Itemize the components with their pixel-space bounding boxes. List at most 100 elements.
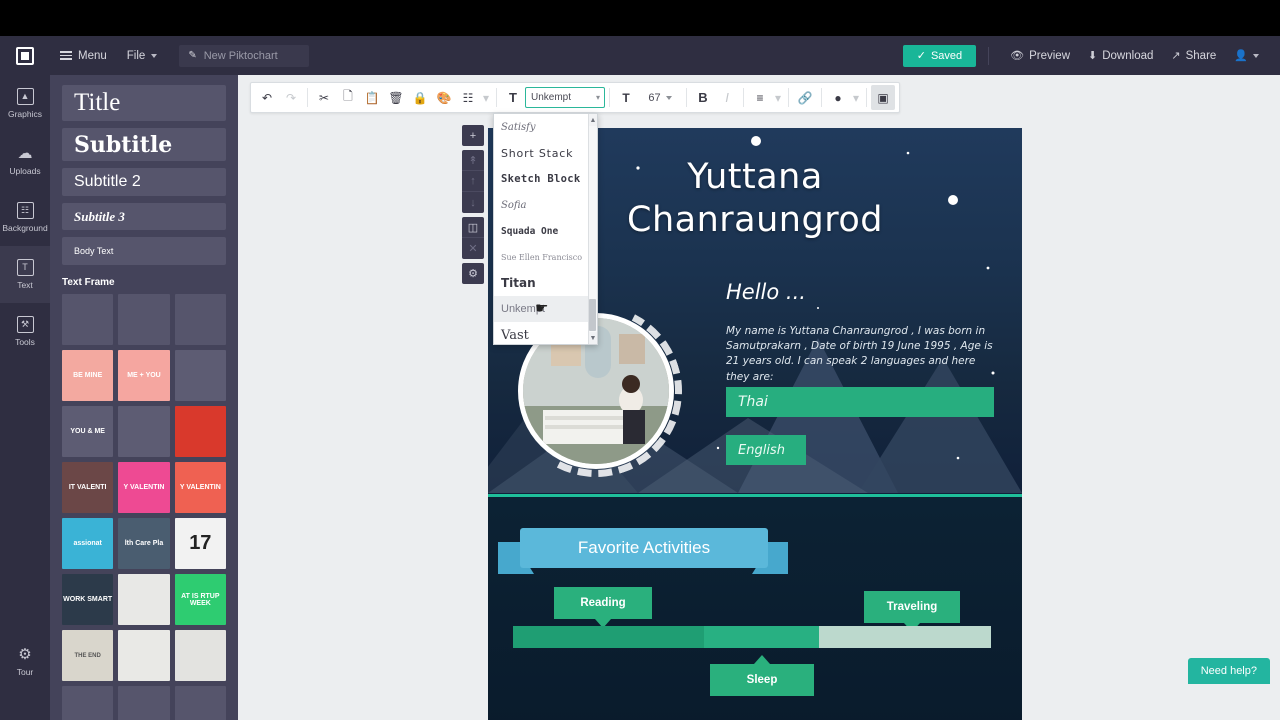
text-frame-thumbnail[interactable] [118, 630, 170, 681]
chart-label-text: Reading [580, 597, 626, 609]
text-style-subtitle-3[interactable]: Subtitle 3 [62, 203, 226, 230]
text-frame-thumbnail[interactable] [62, 294, 114, 345]
text-frame-thumbnail[interactable]: AT IS RTUP WEEK [174, 574, 226, 625]
block-settings-button[interactable]: ⚙ [462, 263, 484, 284]
preview-button[interactable]: 👁 Preview [1001, 49, 1079, 63]
section-ribbon[interactable]: Favorite Activities [498, 528, 788, 580]
need-help-button[interactable]: Need help? [1187, 658, 1270, 684]
add-block-button[interactable]: + [462, 125, 484, 146]
text-frame-thumbnail[interactable] [174, 686, 226, 720]
canvas-stage[interactable]: + ↟ ↑ ↓ ◫ ✕ ⚙ Yuttana Chanraungrod Hello… [238, 75, 1280, 720]
chevron-down-icon[interactable]: ▾ [480, 85, 492, 110]
text-frame-thumbnail[interactable] [62, 686, 114, 720]
font-family-input[interactable]: Unkempt ▾ [525, 87, 605, 108]
bar-segment-reading[interactable] [513, 626, 705, 648]
document-name-field[interactable]: ✎ New Piktochart [179, 44, 310, 67]
bar-segment-sleep[interactable] [704, 626, 819, 648]
cut-button[interactable]: ✂ [312, 85, 336, 110]
text-frame-thumbnail[interactable]: BE MINE [62, 350, 114, 401]
text-style-title[interactable]: Title [62, 85, 226, 121]
text-frame-thumbnail[interactable]: Y VALENTIN [174, 462, 226, 513]
delete-button[interactable]: 🗑 [384, 85, 408, 110]
chart-label-sleep[interactable]: Sleep [710, 655, 814, 696]
scroll-up-button[interactable]: ▲ [588, 114, 597, 126]
pattern-button[interactable]: ☷ [456, 85, 480, 110]
text-frame-thumbnail[interactable] [118, 686, 170, 720]
text-color-icon[interactable]: T [501, 85, 525, 110]
shape-button[interactable]: ● [826, 85, 850, 110]
text-frame-thumbnail[interactable] [174, 406, 226, 457]
text-style-body[interactable]: Body Text [62, 237, 226, 265]
download-button[interactable]: ⬇ Download [1079, 49, 1162, 63]
chart-label-traveling[interactable]: Traveling [864, 591, 960, 632]
undo-button[interactable]: ↶ [255, 85, 279, 110]
paint-bucket-button[interactable]: 🎨 [432, 85, 456, 110]
scroll-down-button[interactable]: ▼ [588, 332, 597, 344]
text-frame-thumbnail[interactable]: YOU & ME [62, 406, 114, 457]
text-frame-thumbnail[interactable]: WORK SMART [62, 574, 114, 625]
font-option[interactable]: Squada One [494, 218, 590, 244]
font-option[interactable]: Vast [494, 322, 590, 344]
language-bar-thai[interactable]: Thai [726, 387, 994, 417]
text-frame-thumbnail[interactable]: assionat [62, 518, 114, 569]
delete-block-button[interactable]: ✕ [462, 238, 484, 259]
text-frame-thumbnail[interactable] [118, 574, 170, 625]
font-option[interactable]: Sofia [494, 192, 590, 218]
align-button[interactable]: ≡ [748, 85, 772, 110]
menu-button[interactable]: Menu [50, 36, 117, 75]
copy-button[interactable]: 🗋 [336, 85, 360, 110]
font-size-select[interactable]: 67 [638, 87, 682, 108]
bar-segment-traveling[interactable] [818, 626, 991, 648]
sidebar-item-graphics[interactable]: ▲ Graphics [0, 75, 50, 132]
text-frame-thumbnail[interactable]: ME + YOU [118, 350, 170, 401]
move-up-button[interactable]: ↑ [462, 171, 484, 192]
sidebar-item-background[interactable]: ☷ Background [0, 189, 50, 246]
file-menu-button[interactable]: File [117, 36, 168, 75]
font-option[interactable]: Titan [494, 270, 590, 296]
body-text[interactable]: My name is Yuttana Chanraungrod , I was … [726, 324, 994, 385]
text-frame-thumbnail[interactable] [118, 294, 170, 345]
text-style-label: Body Text [74, 246, 114, 256]
language-bar-english[interactable]: English [726, 435, 806, 465]
share-button[interactable]: ↗ Share [1162, 49, 1225, 63]
font-option[interactable]: Sue Ellen Francisco [494, 244, 590, 270]
text-frame-thumbnail[interactable]: IT VALENTI [62, 462, 114, 513]
text-frame-thumbnail[interactable]: Y VALENTIN [118, 462, 170, 513]
link-button[interactable]: 🔗 [793, 85, 817, 110]
text-frame-thumbnail[interactable] [174, 630, 226, 681]
chart-label-reading[interactable]: Reading [554, 587, 652, 628]
paste-button[interactable]: 📋 [360, 85, 384, 110]
chevron-down-icon[interactable]: ▾ [772, 85, 784, 110]
bold-button[interactable]: B [691, 85, 715, 110]
font-option[interactable]: Short Stack [494, 140, 590, 166]
text-frame-thumbnail[interactable]: THE END [62, 630, 114, 681]
sidebar-item-uploads[interactable]: ☁ Uploads [0, 132, 50, 189]
text-frame-thumbnail[interactable] [174, 350, 226, 401]
move-top-button[interactable]: ↟ [462, 150, 484, 171]
text-style-subtitle-2[interactable]: Subtitle 2 [62, 168, 226, 196]
move-down-button[interactable]: ↓ [462, 192, 484, 213]
text-frame-thumbnail[interactable] [118, 406, 170, 457]
lock-button[interactable]: 🔒 [408, 85, 432, 110]
redo-button[interactable]: ↷ [279, 85, 303, 110]
account-menu-button[interactable]: 👤 [1225, 49, 1268, 62]
saved-status-button[interactable]: ✓ Saved [902, 44, 977, 67]
greeting-text[interactable]: Hello ... [726, 280, 806, 304]
font-option[interactable]: Sketch Block [494, 166, 590, 192]
italic-button[interactable]: I [715, 85, 739, 110]
sidebar-item-tools[interactable]: ⚒ Tools [0, 303, 50, 360]
stacked-bar-chart[interactable] [513, 626, 991, 648]
chevron-down-icon[interactable]: ▾ [596, 93, 600, 102]
scrollbar-thumb[interactable] [589, 299, 596, 331]
font-option[interactable]: Satisfy [494, 114, 590, 140]
text-style-subtitle[interactable]: Subtitle [62, 128, 226, 161]
text-frame-thumbnail[interactable]: lth Care Pla [118, 518, 170, 569]
duplicate-block-button[interactable]: ◫ [462, 217, 484, 238]
layer-button[interactable]: ▣ [871, 85, 895, 110]
sidebar-item-text[interactable]: T Text [0, 246, 50, 303]
tour-button[interactable]: ⚙ Tour [0, 633, 50, 690]
chevron-down-icon[interactable]: ▾ [850, 85, 862, 110]
app-logo[interactable] [0, 36, 50, 75]
text-frame-thumbnail[interactable] [174, 294, 226, 345]
text-frame-thumbnail[interactable]: 17 [174, 518, 226, 569]
